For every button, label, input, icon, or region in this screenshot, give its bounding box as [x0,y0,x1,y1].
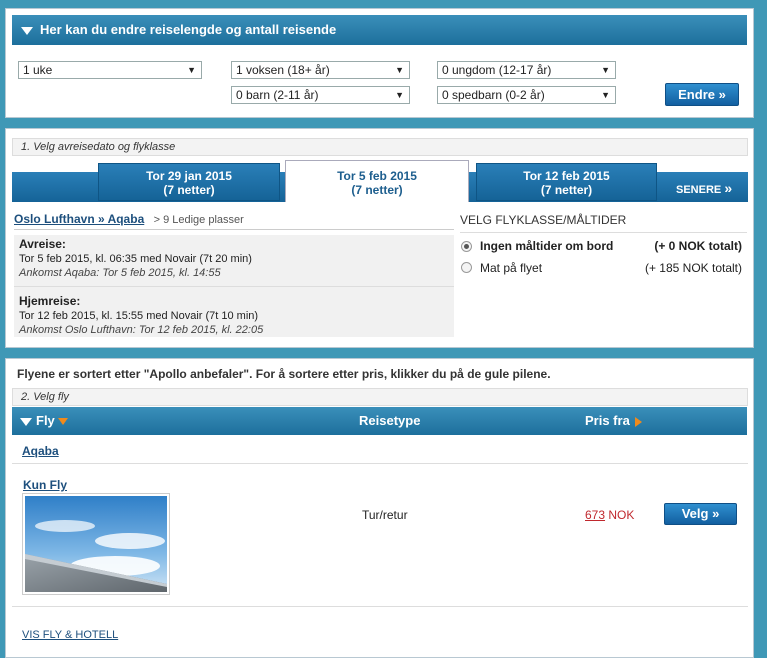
route-divider [14,229,454,230]
return-arrival: Ankomst Oslo Lufthavn: Tor 12 feb 2015, … [19,324,264,336]
flight-table-header: Fly Reisetype Pris fra [12,407,747,435]
return-block: Hjemreise: Tor 12 feb 2015, kl. 15:55 me… [19,294,263,336]
departure-line: Tor 5 feb 2015, kl. 06:35 med Novair (7t… [19,253,252,265]
double-chevron-icon: » [724,180,733,196]
option-no-meals-price: (+ 0 NOK totalt) [654,239,742,253]
col-reisetype: Reisetype [359,413,421,428]
later-dates-button[interactable]: SENERE » [676,180,732,196]
adults-select[interactable]: 1 voksen (18+ år) ▼ [231,61,410,79]
dropdown-arrow-icon: ▼ [601,65,610,75]
youth-select[interactable]: 0 ungdom (12-17 år) ▼ [437,61,616,79]
tab-date-12-feb[interactable]: Tor 12 feb 2015 (7 netter) [476,163,657,201]
itinerary-box: Avreise: Tor 5 feb 2015, kl. 06:35 med N… [14,235,454,337]
tab-date-29-jan[interactable]: Tor 29 jan 2015 (7 netter) [98,163,280,201]
price-block: 673 NOK [585,508,634,522]
class-title: VELG FLYKLASSE/MÅLTIDER [460,213,627,227]
dropdown-arrow-icon: ▼ [601,90,610,100]
itinerary-divider [14,286,454,287]
col-price[interactable]: Pris fra [585,407,642,435]
radio-no-meals[interactable] [461,241,472,252]
sort-arrow-right-icon[interactable] [634,416,642,427]
tab-date-5-feb[interactable]: Tor 5 feb 2015 (7 netter) [285,160,469,202]
travel-settings-header[interactable]: Her kan du endre reiselengde og antall r… [12,15,747,45]
travel-settings-title: Her kan du endre reiselengde og antall r… [40,22,337,37]
travel-settings-panel: Her kan du endre reiselengde og antall r… [5,8,754,118]
step-1-label: 1. Velg avreisedato og flyklasse [12,138,748,156]
departure-block: Avreise: Tor 5 feb 2015, kl. 06:35 med N… [19,237,252,279]
class-divider [460,232,747,233]
collapse-triangle-icon [21,26,33,35]
show-flight-hotel-link[interactable]: VIS FLY & HOTELL [22,629,118,641]
route-row: Oslo Lufthavn » Aqaba > 9 Ledige plasser [14,212,454,226]
dropdown-arrow-icon: ▼ [187,65,196,75]
step-2-label: 2. Velg fly [12,388,748,406]
dropdown-arrow-icon: ▼ [395,90,404,100]
duration-select[interactable]: 1 uke ▼ [18,61,202,79]
flight-thumbnail[interactable] [22,493,170,595]
return-title: Hjemreise: [19,294,81,308]
double-chevron-icon: » [712,506,720,521]
price-value[interactable]: 673 [585,508,605,522]
radio-meals[interactable] [461,262,472,273]
dropdown-arrow-icon: ▼ [395,65,404,75]
destination-heading[interactable]: Aqaba [22,444,59,458]
available-seats: > 9 Ledige plasser [153,214,244,226]
price-currency: NOK [608,508,635,522]
sort-note: Flyene er sortert etter "Apollo anbefale… [17,367,551,381]
option-no-meals-label[interactable]: Ingen måltider om bord [480,239,613,253]
airplane-wing-image [25,496,167,592]
product-name[interactable]: Kun Fly [23,478,67,492]
collapse-triangle-icon [20,417,32,426]
departure-title: Avreise: [19,237,66,251]
select-flight-button[interactable]: Velg » [664,503,737,525]
change-button[interactable]: Endre » [665,83,739,106]
travel-type: Tur/retur [362,508,408,522]
flight-row-divider [12,606,748,607]
route-link[interactable]: Oslo Lufthavn » Aqaba [14,212,144,226]
infants-select[interactable]: 0 spedbarn (0-2 år) ▼ [437,86,616,104]
option-meals-label[interactable]: Mat på flyet [480,261,542,275]
double-chevron-icon: » [718,87,726,102]
sort-arrow-down-icon[interactable] [57,418,68,426]
return-line: Tor 12 feb 2015, kl. 15:55 med Novair (7… [19,310,259,322]
option-meals-price: (+ 185 NOK totalt) [644,261,742,275]
children-select[interactable]: 0 barn (2-11 år) ▼ [231,86,410,104]
destination-divider [12,463,748,464]
col-fly[interactable]: Fly [20,407,68,435]
departure-arrival: Ankomst Aqaba: Tor 5 feb 2015, kl. 14:55 [19,267,221,279]
